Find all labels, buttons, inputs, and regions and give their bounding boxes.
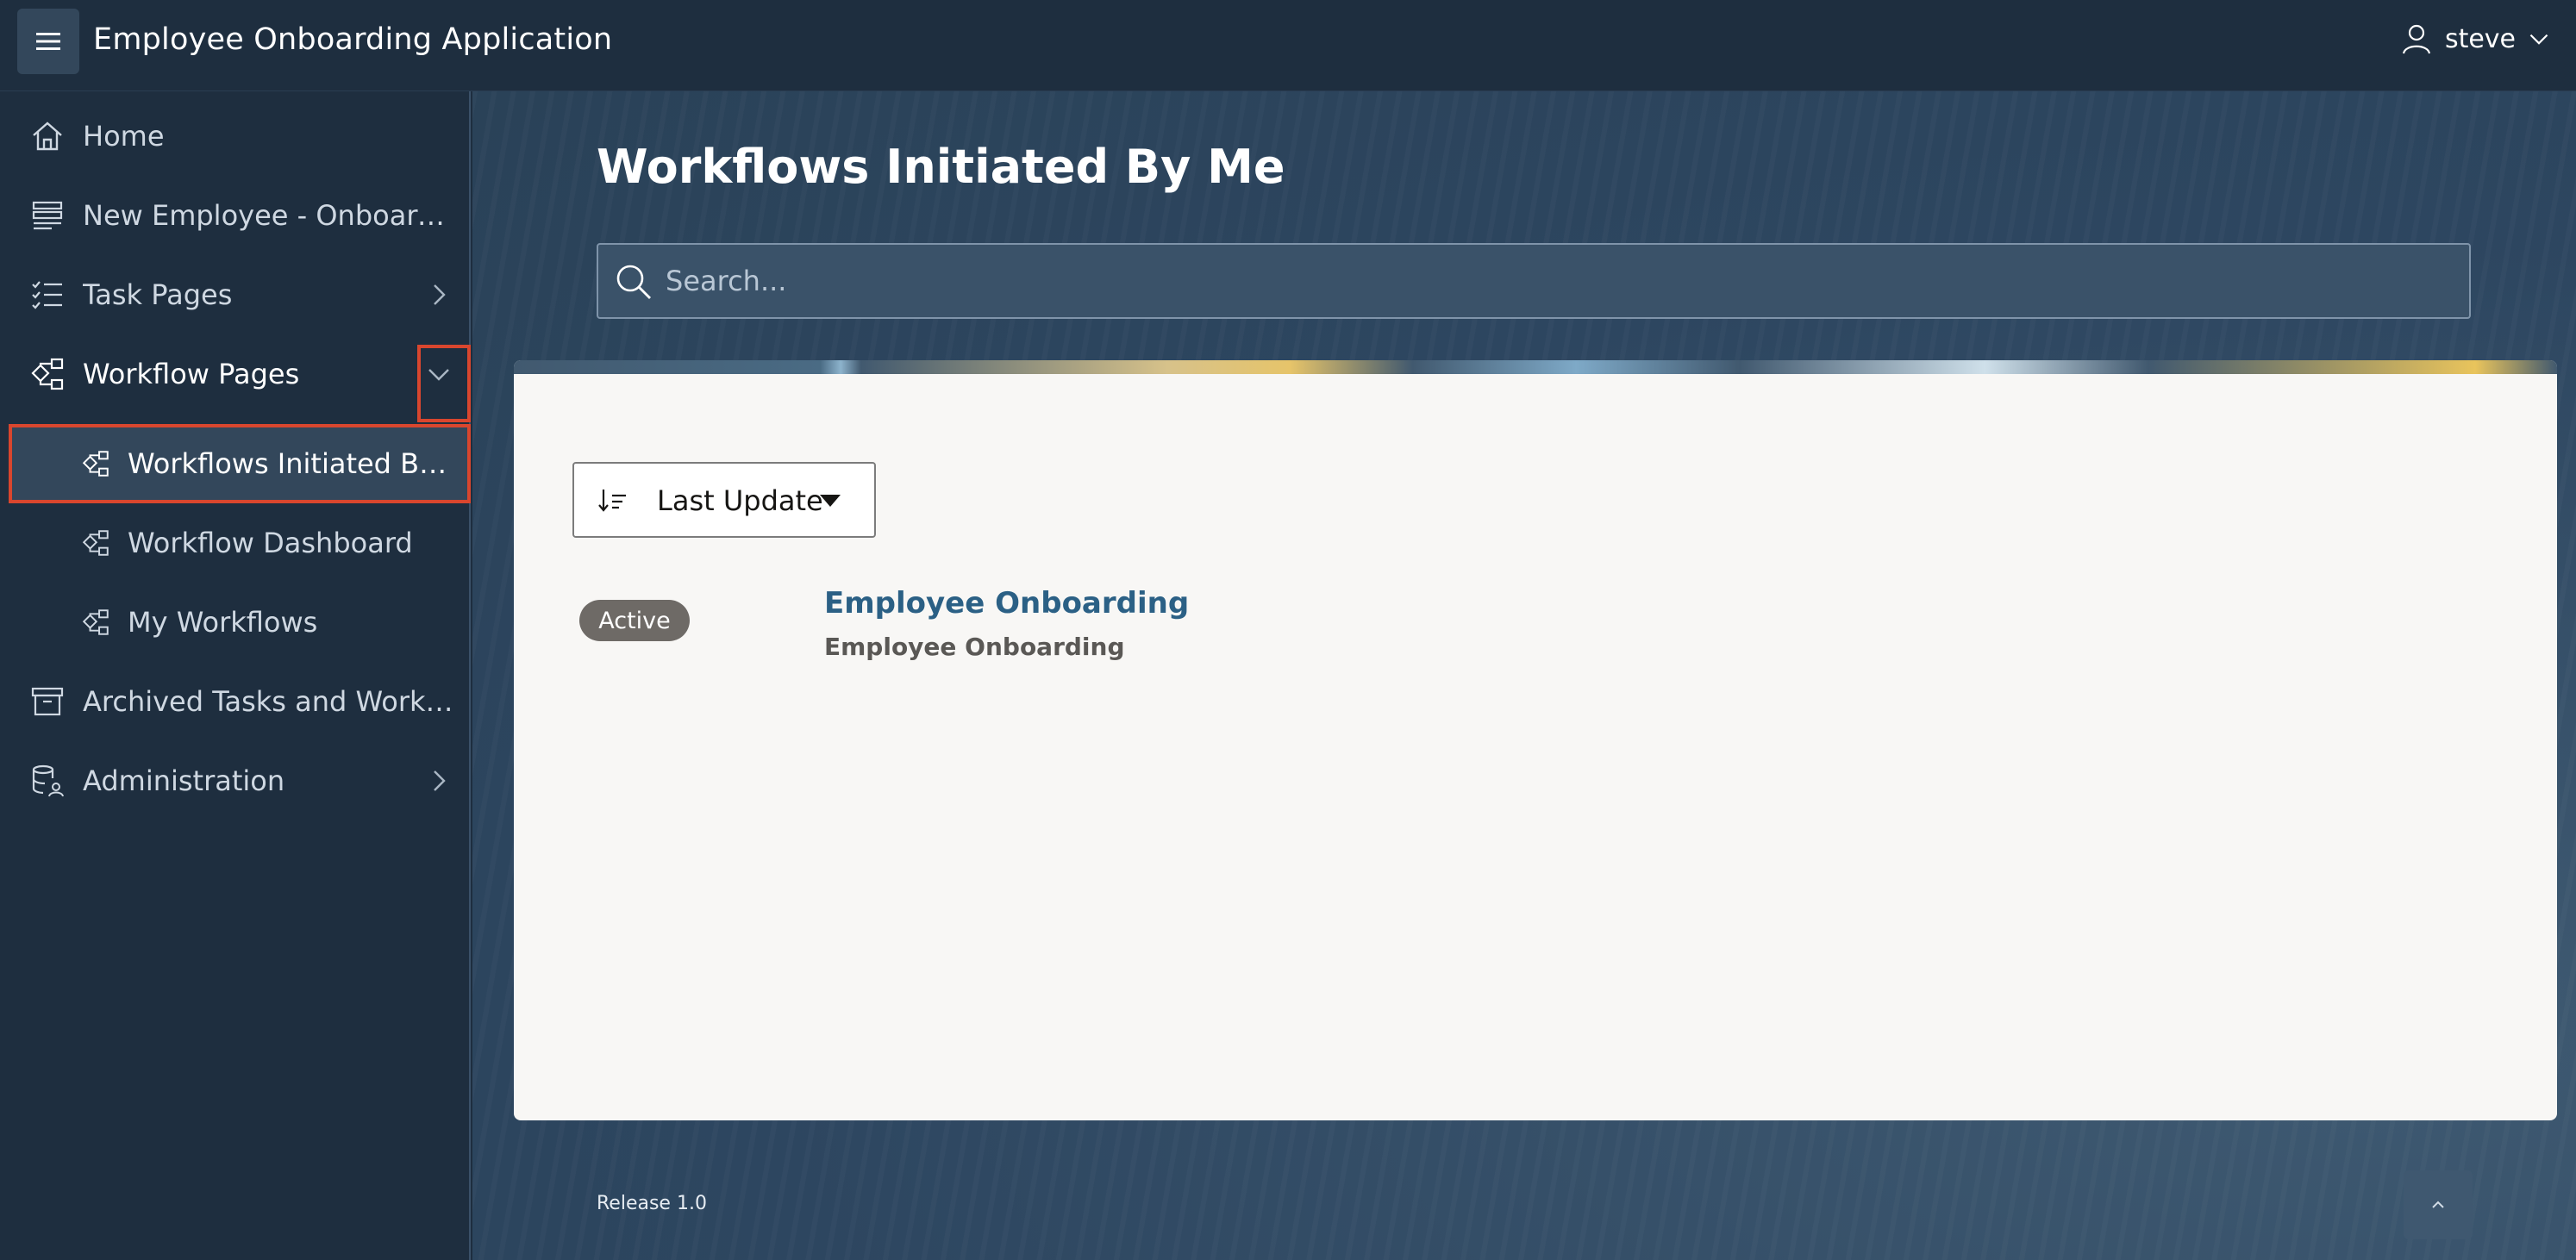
search-icon — [616, 265, 651, 299]
page-title: Workflows Initiated By Me — [597, 140, 1285, 194]
sidebar-item-workflow-dashboard[interactable]: Workflow Dashboard — [0, 503, 471, 583]
navigation-menu-button[interactable] — [17, 9, 79, 74]
workflow-icon — [82, 609, 109, 635]
sidebar-item-home[interactable]: Home — [0, 97, 471, 176]
workflow-icon — [82, 530, 109, 556]
sidebar-item-label: Workflow Dashboard — [128, 527, 413, 559]
user-icon — [2402, 24, 2431, 54]
sidebar-item-administration[interactable]: Administration — [0, 741, 471, 820]
sort-descending-icon — [598, 490, 626, 512]
expand-toggle-highlight — [417, 345, 471, 422]
sort-by-label: Last Update — [657, 484, 823, 517]
sidebar-item-label: Workflow Pages — [83, 358, 300, 390]
sidebar-item-label: Archived Tasks and Workfl... — [83, 685, 453, 718]
caret-down-icon — [820, 495, 841, 507]
scroll-to-top-button[interactable] — [2404, 1170, 2473, 1239]
chevron-up-icon — [2432, 1201, 2444, 1208]
chevron-right-icon[interactable] — [426, 282, 452, 308]
sidebar-item-task-pages[interactable]: Task Pages — [0, 255, 471, 334]
sidebar-item-my-workflows[interactable]: My Workflows — [0, 583, 471, 662]
sidebar-item-label: Home — [83, 120, 165, 153]
chevron-right-icon[interactable] — [426, 768, 452, 794]
sidebar-item-archived-tasks-and-workflows[interactable]: Archived Tasks and Workfl... — [0, 662, 471, 741]
form-icon — [32, 201, 63, 230]
sort-by-button[interactable]: Last Update — [572, 462, 876, 538]
search-input[interactable] — [666, 245, 2442, 317]
sidebar-item-label: Administration — [83, 764, 285, 797]
checklist-icon — [32, 281, 62, 309]
workflow-subtitle: Employee Onboarding — [824, 633, 1125, 661]
sidebar-item-new-employee-onboarding[interactable]: New Employee - Onboarding — [0, 176, 471, 255]
app-header: Employee Onboarding Application steve — [0, 0, 2576, 91]
search-box[interactable] — [597, 243, 2471, 319]
workflow-title-link[interactable]: Employee Onboarding — [824, 586, 1189, 621]
results-card: Last Update Active Employee Onboarding E… — [514, 360, 2557, 1120]
user-name: steve — [2444, 23, 2516, 54]
sidebar-item-label: My Workflows — [128, 606, 318, 639]
sidebar-item-workflow-pages[interactable]: Workflow Pages — [0, 334, 471, 414]
main-content: Workflows Initiated By Me Last Update Ac… — [472, 91, 2576, 1260]
hamburger-icon — [36, 33, 60, 50]
status-badge: Active — [579, 600, 690, 641]
archive-icon — [31, 687, 64, 716]
user-menu[interactable]: steve — [2400, 22, 2550, 55]
sidebar-navigation: Home New Employee - Onboarding Task Page… — [0, 91, 471, 1260]
sidebar-item-label: New Employee - Onboarding — [83, 199, 453, 232]
home-icon — [33, 122, 62, 151]
chevron-down-icon — [2529, 34, 2548, 45]
current-item-highlight — [9, 424, 471, 503]
card-banner — [514, 360, 2557, 374]
release-label: Release 1.0 — [597, 1193, 707, 1214]
workflow-icon — [31, 358, 64, 390]
database-user-icon — [32, 764, 64, 797]
app-title[interactable]: Employee Onboarding Application — [93, 22, 612, 57]
sidebar-item-label: Task Pages — [83, 278, 233, 311]
